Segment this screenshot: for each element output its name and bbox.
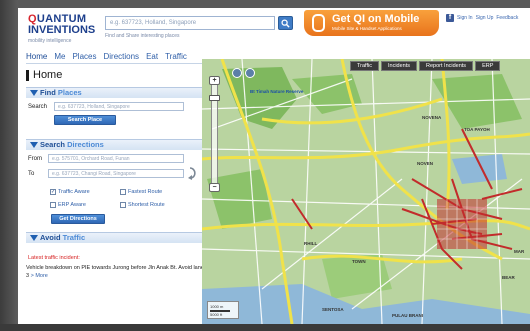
traffic-aware-checkbox[interactable]: ✓ Traffic Aware [50,189,90,195]
search-hint: Find and Share interesting places [105,33,180,39]
quantum-inventions-logo[interactable]: QUANTUM INVENTIONS mobility intelligence [28,14,108,45]
sign-in-link[interactable]: Sign In [457,15,473,21]
map-canvas [202,59,530,324]
map-label: MAR [514,249,525,254]
map-label: Bt Timah Nature Reserve [250,89,304,94]
site-header: QUANTUM INVENTIONS mobility intelligence… [18,8,530,48]
map-tab-traffic[interactable]: Traffic [350,61,379,71]
logo-tagline: mobility intelligence [28,38,72,44]
map-label: RHILL [304,241,318,246]
map-label: NOVEN [417,161,434,166]
from-label: From [28,156,42,162]
shortest-route-checkbox[interactable]: Shortest Route [120,202,165,208]
incident-message: Vehicle breakdown on PIE towards Jurong … [26,265,204,279]
map-label: NOVENA [422,115,442,120]
from-input[interactable]: e.g. 575701, Orchard Road, Funan [48,154,184,163]
map-layer-tabs: Traffic Incidents Report Incidents ERP [350,61,501,71]
nav-divider [26,63,202,64]
zoom-in-button[interactable]: + [209,76,220,85]
traffic-map[interactable]: Bt Timah Nature Reserve NOVENA TOA PAYOH… [202,59,530,324]
map-layers-icon[interactable] [245,68,255,78]
search-button[interactable] [278,16,293,30]
feedback-link[interactable]: Feedback [496,15,518,21]
swap-route-icon[interactable] [187,166,199,180]
place-search-input[interactable]: e.g. 637723, Holland, Singapore [54,102,184,111]
collapse-triangle-icon [30,90,38,96]
map-tab-erp[interactable]: ERP [475,61,501,71]
nav-traffic[interactable]: Traffic [165,52,187,61]
browser-viewport: QUANTUM INVENTIONS mobility intelligence… [18,8,530,324]
main-nav: Home Me Places Directions Eat Traffic [26,52,187,61]
latest-incident-label: Latest traffic incident: [28,255,80,261]
get-directions-button[interactable]: Get Directions [51,214,105,224]
sign-up-link[interactable]: Sign Up [476,15,494,21]
map-label: SENTOSA [322,307,344,312]
window-frame-bottom [0,324,530,331]
map-label: TOA PAYOH [464,127,490,132]
to-label: To [28,171,35,177]
nav-eat[interactable]: Eat [146,52,158,61]
window-frame-left [0,0,18,331]
map-tool-icons [232,68,255,78]
title-marker [26,69,29,81]
map-locate-icon[interactable] [232,68,242,78]
account-links: f Sign In Sign Up Feedback [446,14,518,22]
window-frame-top [0,0,530,8]
map-tab-incidents[interactable]: Incidents [380,61,417,71]
nav-home[interactable]: Home [26,52,47,61]
get-qi-mobile-banner[interactable]: Get QI on Mobile Mobile Site & Handset A… [304,10,439,36]
search-icon [281,19,290,28]
search-place-button[interactable]: Search Place [54,115,116,125]
to-input[interactable]: e.g. 637723, Changi Road, Singapore [48,169,184,178]
find-places-header[interactable]: Find Places [26,87,202,98]
map-tab-report-incidents[interactable]: Report Incidents [419,61,474,71]
search-label: Search [28,104,48,110]
page-title: Home [26,69,62,81]
map-label: BEAR [502,275,515,280]
collapse-triangle-icon [30,142,38,148]
more-incidents-link[interactable]: > More [31,273,48,279]
nav-directions[interactable]: Directions [103,52,139,61]
mobile-phone-icon [312,14,325,32]
fastest-route-checkbox[interactable]: Fastest Route [120,189,162,195]
zoom-out-button[interactable]: − [209,183,220,192]
map-label: PULAU BRANI [392,313,423,318]
collapse-triangle-icon [30,235,38,241]
map-label: TOWN [352,259,366,264]
zoom-slider-handle[interactable] [209,95,220,101]
erp-aware-checkbox[interactable]: ERP Aware [50,202,86,208]
nav-places[interactable]: Places [72,52,96,61]
global-search-input[interactable]: e.g. 637723, Holland, Singapore [105,16,275,30]
search-directions-header[interactable]: Search Directions [26,139,202,150]
nav-me[interactable]: Me [54,52,65,61]
map-scale: 1000 m 5000 ft [207,301,239,319]
facebook-icon[interactable]: f [446,14,454,22]
avoid-traffic-header[interactable]: Avoid Traffic [26,232,202,243]
